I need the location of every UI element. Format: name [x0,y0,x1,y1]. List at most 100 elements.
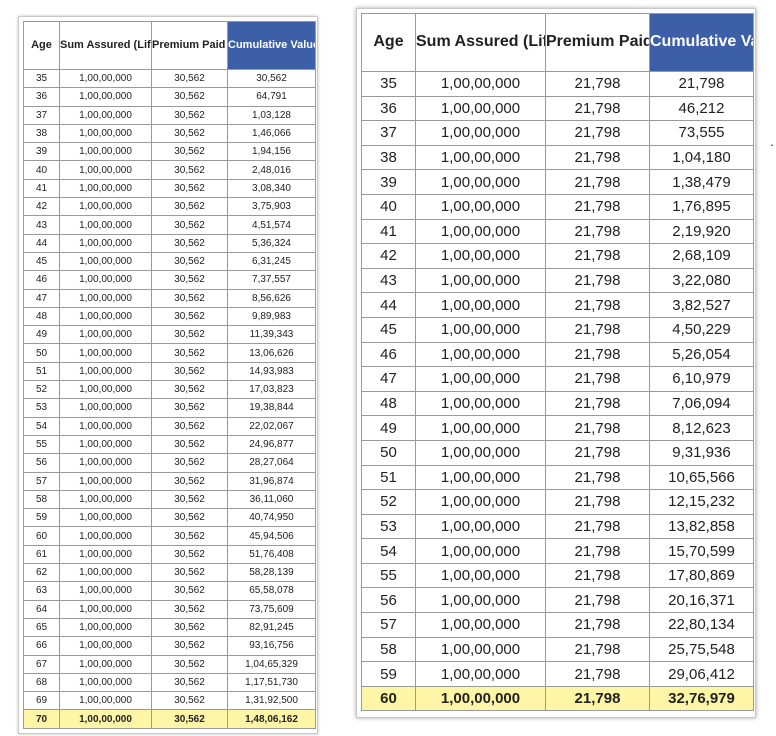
left-table-row: 44 1,00,00,000 30,562 5,36,324 [23,233,316,253]
left-table-row: 58 1,00,00,000 30,562 36,11,060 [23,489,316,510]
left-age-cell: 36 [23,87,60,107]
left-premium-cell: 30,562 [151,691,228,711]
left-table-row: 67 1,00,00,000 30,562 1,04,65,329 [23,654,316,674]
left-sum-assured-cell: 1,00,00,000 [59,617,152,638]
left-cumulative-cell: 1,17,51,730 [227,672,316,693]
right-sum-assured-cell: 1,00,00,000 [415,661,546,687]
left-sum-assured-cell: 1,00,00,000 [59,453,152,473]
left-premium-cell: 30,562 [151,471,228,491]
left-premium-cell: 30,562 [151,361,228,382]
right-sum-assured-cell: 1,00,00,000 [415,513,546,540]
left-table-row: 36 1,00,00,000 30,562 64,791 [23,87,316,107]
left-table-row: 62 1,00,00,000 30,562 58,28,139 [23,563,316,583]
right-table-row: 55 1,00,00,000 21,798 17,80,869 [361,562,754,589]
left-total-cumulative-cell: 1,48,06,162 [227,709,316,729]
left-premium-cell: 30,562 [151,434,228,455]
right-cumulative-cell: 22,80,134 [649,612,754,638]
left-premium-cell: 30,562 [151,544,228,565]
left-table-row: 64 1,00,00,000 30,562 73,75,609 [23,599,316,619]
left-sum-assured-cell: 1,00,00,000 [59,544,152,565]
left-header-row: Age Sum Assured (Life Cover) Premium Pai… [23,21,316,70]
left-age-cell: 58 [23,489,60,510]
left-sum-assured-cell: 1,00,00,000 [59,489,152,510]
left-sum-assured-cell: 1,00,00,000 [59,636,152,656]
left-sum-assured-cell: 1,00,00,000 [59,398,152,418]
left-age-cell: 46 [23,270,60,290]
left-cumulative-cell: 2,48,016 [227,160,316,180]
left-sum-assured-cell: 1,00,00,000 [59,508,152,528]
left-age-cell: 54 [23,416,60,436]
left-sum-assured-cell: 1,00,00,000 [59,691,152,711]
left-sum-assured-cell: 1,00,00,000 [59,380,152,400]
left-cumulative-cell: 13,06,626 [227,343,316,363]
left-sum-assured-cell: 1,00,00,000 [59,416,152,436]
left-age-cell: 64 [23,599,60,619]
right-age-cell: 38 [361,144,416,171]
right-age-cell: 45 [361,316,416,343]
left-total-sum-assured-cell: 1,00,00,000 [59,709,152,729]
left-age-cell: 66 [23,636,60,656]
right-cumulative-cell: 20,16,371 [649,587,754,614]
right-table-row: 42 1,00,00,000 21,798 2,68,109 [361,243,754,269]
left-cumulative-cell: 7,37,557 [227,270,316,290]
left-cumulative-cell: 4,51,574 [227,215,316,235]
left-cumulative-cell: 28,27,064 [227,453,316,473]
left-premium-cell: 30,562 [151,617,228,638]
right-premium-cell: 21,798 [545,316,650,343]
right-total-row: 60 1,00,00,000 21,798 32,76,979 [361,685,754,712]
left-premium-cell: 30,562 [151,87,228,107]
right-premium-cell: 21,798 [545,95,650,122]
right-cumulative-cell: 29,06,412 [649,661,754,687]
right-age-cell: 40 [361,193,416,220]
left-sum-assured-cell: 1,00,00,000 [59,233,152,253]
left-table-row: 61 1,00,00,000 30,562 51,76,408 [23,544,316,565]
left-table-row: 54 1,00,00,000 30,562 22,02,067 [23,416,316,436]
left-age-cell: 37 [23,105,60,125]
left-premium-cell: 30,562 [151,563,228,583]
right-premium-cell: 21,798 [545,267,650,294]
left-age-cell: 52 [23,380,60,400]
left-premium-cell: 30,562 [151,306,228,327]
right-age-cell: 50 [361,439,416,466]
right-premium-cell: 21,798 [545,169,650,195]
left-sum-assured-cell: 1,00,00,000 [59,251,152,272]
left-sum-assured-cell: 1,00,00,000 [59,105,152,125]
left-cumulative-cell: 9,89,983 [227,306,316,327]
right-table-row: 35 1,00,00,000 21,798 21,798 [361,71,754,97]
right-sum-assured-cell: 1,00,00,000 [415,193,546,220]
left-table-row: 59 1,00,00,000 30,562 40,74,950 [23,508,316,528]
right-cumulative-cell: 9,31,936 [649,439,754,466]
left-header-sum-assured: Sum Assured (Life Cover) [59,21,152,70]
right-cumulative-cell: 17,80,869 [649,562,754,589]
left-table-row: 57 1,00,00,000 30,562 31,96,874 [23,471,316,491]
right-sum-assured-cell: 1,00,00,000 [415,71,546,97]
left-sum-assured-cell: 1,00,00,000 [59,68,152,89]
left-sum-assured-cell: 1,00,00,000 [59,123,152,144]
right-cumulative-cell: 1,04,180 [649,144,754,171]
right-age-cell: 47 [361,366,416,392]
left-total-row: 70 1,00,00,000 30,562 1,48,06,162 [23,709,316,729]
left-premium-cell: 30,562 [151,343,228,363]
left-age-cell: 48 [23,306,60,327]
right-premium-cell: 21,798 [545,587,650,614]
left-age-cell: 62 [23,563,60,583]
left-age-cell: 60 [23,526,60,546]
left-cumulative-cell: 1,94,156 [227,142,316,162]
right-sum-assured-cell: 1,00,00,000 [415,636,546,663]
right-total-age-cell: 60 [361,685,416,712]
right-age-cell: 39 [361,169,416,195]
right-premium-cell: 21,798 [545,439,650,466]
right-sum-assured-cell: 1,00,00,000 [415,95,546,122]
left-age-cell: 69 [23,691,60,711]
right-table-row: 40 1,00,00,000 21,798 1,76,895 [361,193,754,220]
left-table-row: 37 1,00,00,000 30,562 1,03,128 [23,105,316,125]
left-premium-cell: 30,562 [151,636,228,656]
left-sum-assured-cell: 1,00,00,000 [59,599,152,619]
left-table-row: 46 1,00,00,000 30,562 7,37,557 [23,270,316,290]
right-premium-cell: 21,798 [545,120,650,146]
left-table-row: 35 1,00,00,000 30,562 30,562 [23,68,316,89]
left-cumulative-cell: 30,562 [227,68,316,89]
right-premium-cell: 21,798 [545,366,650,392]
left-table-row: 51 1,00,00,000 30,562 14,93,983 [23,361,316,382]
left-premium-cell: 30,562 [151,398,228,418]
